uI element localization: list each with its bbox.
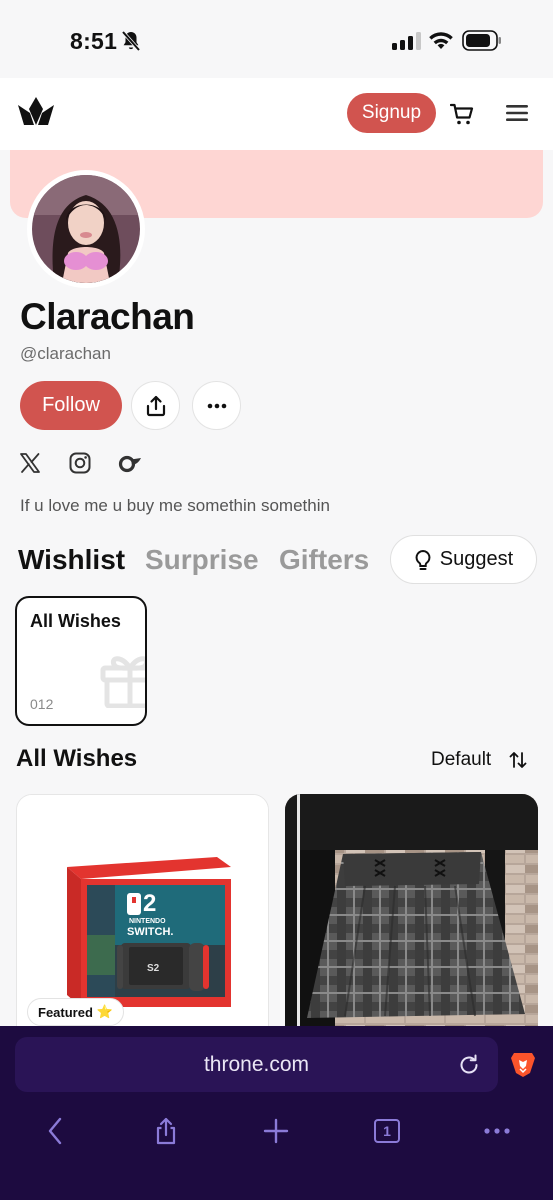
hamburger-menu-icon[interactable] xyxy=(506,103,528,123)
all-wishes-title: All Wishes xyxy=(16,745,138,772)
battery-icon xyxy=(462,30,501,51)
lightbulb-icon xyxy=(415,549,431,570)
status-bar: 8:51 xyxy=(0,0,553,78)
tab-count-badge: 1 xyxy=(374,1119,400,1143)
tab-wishlist[interactable]: Wishlist xyxy=(18,544,125,576)
throne-logo-icon[interactable] xyxy=(16,95,56,127)
follow-button[interactable]: Follow xyxy=(20,381,122,430)
suggest-button[interactable]: Suggest xyxy=(390,535,537,584)
avatar-photo xyxy=(32,175,140,283)
cell-signal-icon xyxy=(392,32,421,50)
signup-button[interactable]: Signup xyxy=(347,93,436,133)
browser-menu-button[interactable] xyxy=(482,1116,512,1146)
plus-icon xyxy=(263,1118,289,1144)
browser-toolbar: throne.com 1 xyxy=(0,1026,553,1200)
sort-arrows-icon[interactable] xyxy=(508,750,528,770)
url-text: throne.com xyxy=(203,1052,310,1076)
share-button[interactable] xyxy=(131,381,180,430)
reload-icon[interactable] xyxy=(457,1053,481,1077)
svg-text:S2: S2 xyxy=(147,963,160,974)
page: 8:51 Signup Clarachan @clarachan Follow … xyxy=(0,0,553,1200)
sort-label[interactable]: Default xyxy=(431,749,491,771)
back-button[interactable] xyxy=(40,1116,70,1146)
onlyfans-icon[interactable] xyxy=(118,451,142,475)
more-dots-icon xyxy=(207,403,226,408)
more-dots-icon xyxy=(484,1128,510,1134)
collection-card-all-wishes[interactable]: All Wishes 012 xyxy=(15,596,147,726)
bell-off-icon xyxy=(121,30,141,52)
tab-gifters[interactable]: Gifters xyxy=(279,544,369,576)
more-options-button[interactable] xyxy=(192,381,241,430)
browser-share-button[interactable] xyxy=(151,1116,181,1146)
gift-icon xyxy=(100,656,145,708)
tabs-overview-button[interactable]: 1 xyxy=(372,1116,402,1146)
featured-label: Featured xyxy=(38,1004,93,1020)
url-bar[interactable]: throne.com xyxy=(15,1037,498,1092)
star-icon: ⭐ xyxy=(96,1004,114,1019)
brave-lion-icon[interactable] xyxy=(510,1050,536,1078)
avatar[interactable] xyxy=(27,170,145,288)
profile-name: Clarachan xyxy=(20,296,195,337)
app-header: Signup xyxy=(0,78,553,150)
share-icon xyxy=(156,1117,176,1145)
svg-text:NINTENDO: NINTENDO xyxy=(129,918,166,925)
svg-text:2: 2 xyxy=(143,890,156,917)
status-time: 8:51 xyxy=(70,28,118,54)
wifi-icon xyxy=(429,32,453,49)
tab-surprise[interactable]: Surprise xyxy=(145,544,259,576)
svg-text:SWITCH.: SWITCH. xyxy=(127,926,173,938)
cart-icon[interactable] xyxy=(450,102,474,126)
collection-title: All Wishes xyxy=(30,611,121,631)
share-icon xyxy=(146,395,165,416)
chevron-left-icon xyxy=(48,1117,62,1145)
profile-bio: If u love me u buy me somethin somethin xyxy=(20,496,330,515)
collection-count: 012 xyxy=(30,696,54,712)
featured-badge: Featured ⭐ xyxy=(27,998,125,1026)
new-tab-button[interactable] xyxy=(261,1116,291,1146)
instagram-icon[interactable] xyxy=(68,451,92,475)
profile-handle: @clarachan xyxy=(20,344,111,363)
x-twitter-icon[interactable] xyxy=(18,451,42,475)
suggest-label: Suggest xyxy=(439,548,514,570)
